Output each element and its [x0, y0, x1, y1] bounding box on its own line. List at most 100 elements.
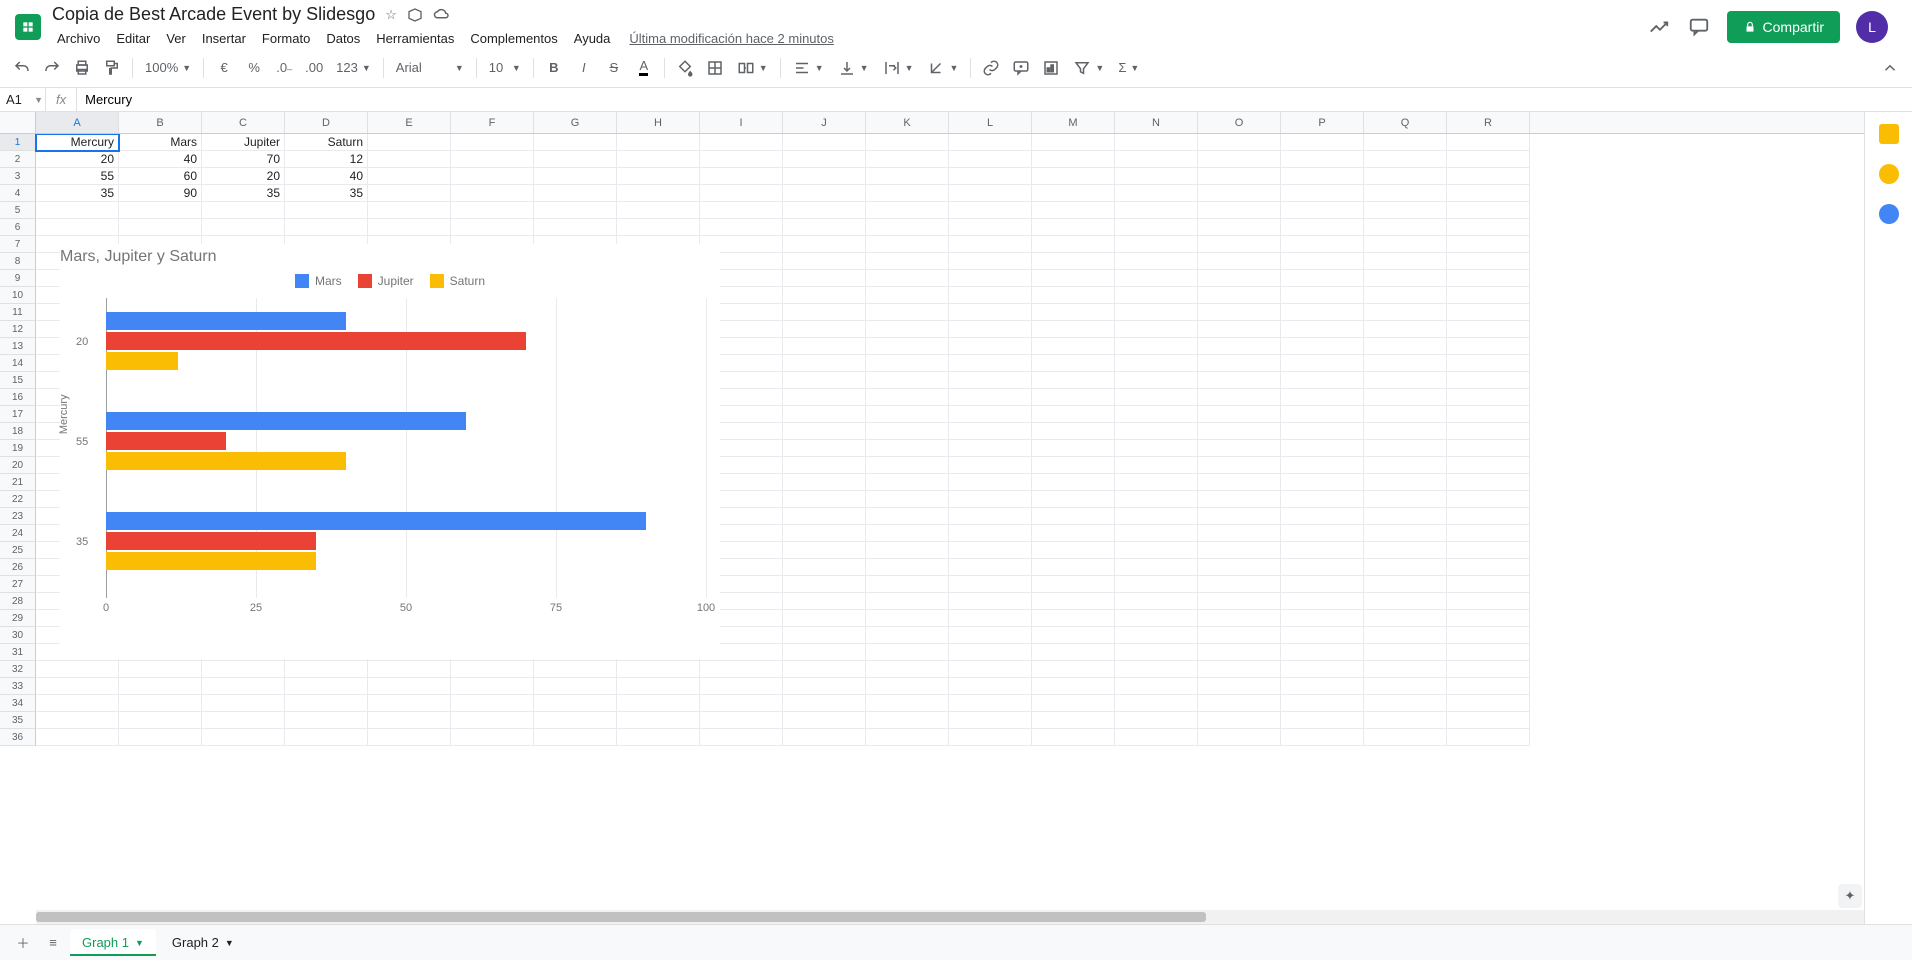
cell[interactable]: [700, 151, 783, 168]
cell[interactable]: [1198, 457, 1281, 474]
row-header[interactable]: 31: [0, 644, 36, 661]
cell[interactable]: [1198, 423, 1281, 440]
cell[interactable]: [119, 219, 202, 236]
v-align-button[interactable]: ▼: [832, 54, 875, 82]
cell[interactable]: 12: [285, 151, 368, 168]
cell[interactable]: [866, 236, 949, 253]
cell[interactable]: [1032, 627, 1115, 644]
cell[interactable]: [783, 304, 866, 321]
row-header[interactable]: 17: [0, 406, 36, 423]
cell[interactable]: [534, 168, 617, 185]
cell[interactable]: [1364, 423, 1447, 440]
number-format-dropdown[interactable]: 123 ▼: [330, 54, 377, 82]
cell[interactable]: [1198, 695, 1281, 712]
cell[interactable]: [783, 508, 866, 525]
cell[interactable]: [1115, 338, 1198, 355]
filter-button[interactable]: ▼: [1067, 54, 1110, 82]
menu-formato[interactable]: Formato: [255, 27, 317, 50]
cell[interactable]: [783, 491, 866, 508]
cell[interactable]: [1198, 508, 1281, 525]
cell[interactable]: [1198, 678, 1281, 695]
cell[interactable]: [866, 423, 949, 440]
cell[interactable]: [534, 712, 617, 729]
cell[interactable]: [1281, 661, 1364, 678]
row-header[interactable]: 27: [0, 576, 36, 593]
cell[interactable]: [866, 202, 949, 219]
cell[interactable]: [1447, 610, 1530, 627]
cell[interactable]: [617, 134, 700, 151]
cell[interactable]: [783, 270, 866, 287]
cell[interactable]: [1032, 270, 1115, 287]
undo-button[interactable]: [8, 54, 36, 82]
cell[interactable]: [1447, 406, 1530, 423]
cell[interactable]: [1364, 151, 1447, 168]
cell[interactable]: [1032, 287, 1115, 304]
cell[interactable]: [1032, 406, 1115, 423]
cell[interactable]: [949, 338, 1032, 355]
cell[interactable]: [1032, 508, 1115, 525]
cell[interactable]: [866, 185, 949, 202]
row-header[interactable]: 34: [0, 695, 36, 712]
cell[interactable]: 35: [285, 185, 368, 202]
user-avatar[interactable]: L: [1856, 11, 1888, 43]
cell[interactable]: [368, 695, 451, 712]
cell[interactable]: [1364, 627, 1447, 644]
cell[interactable]: [866, 610, 949, 627]
cell[interactable]: [534, 219, 617, 236]
cell[interactable]: [700, 219, 783, 236]
cell[interactable]: [783, 236, 866, 253]
cell[interactable]: [1447, 168, 1530, 185]
cell[interactable]: [1447, 525, 1530, 542]
cell[interactable]: [451, 678, 534, 695]
cell[interactable]: [700, 712, 783, 729]
cell[interactable]: [1032, 168, 1115, 185]
cell[interactable]: [1198, 321, 1281, 338]
cell[interactable]: [866, 440, 949, 457]
cell[interactable]: [1198, 168, 1281, 185]
cell[interactable]: 55: [36, 168, 119, 185]
cell[interactable]: [866, 304, 949, 321]
cell[interactable]: [1364, 440, 1447, 457]
row-header[interactable]: 18: [0, 423, 36, 440]
increase-decimal-button[interactable]: .00: [300, 54, 328, 82]
cell[interactable]: 20: [36, 151, 119, 168]
cell[interactable]: [1281, 406, 1364, 423]
cell[interactable]: [783, 695, 866, 712]
cell[interactable]: [783, 151, 866, 168]
font-size-dropdown[interactable]: 10 ▼: [483, 54, 527, 82]
cell[interactable]: [949, 593, 1032, 610]
cell[interactable]: [119, 695, 202, 712]
cell[interactable]: [1115, 457, 1198, 474]
cell[interactable]: [1115, 253, 1198, 270]
cell[interactable]: [866, 338, 949, 355]
cell[interactable]: [1032, 202, 1115, 219]
fill-color-button[interactable]: [671, 54, 699, 82]
cell[interactable]: [1447, 304, 1530, 321]
cell[interactable]: [1281, 712, 1364, 729]
cell[interactable]: [1364, 202, 1447, 219]
sheet-tab[interactable]: Graph 1▼: [70, 929, 156, 956]
cell[interactable]: [451, 729, 534, 746]
col-header-P[interactable]: P: [1281, 112, 1364, 133]
cell[interactable]: [1115, 219, 1198, 236]
trend-icon[interactable]: [1647, 15, 1671, 39]
menu-insertar[interactable]: Insertar: [195, 27, 253, 50]
cell[interactable]: [1115, 423, 1198, 440]
cell[interactable]: [949, 389, 1032, 406]
cell[interactable]: [1281, 474, 1364, 491]
cell[interactable]: [451, 185, 534, 202]
cell[interactable]: [1364, 134, 1447, 151]
cell[interactable]: [1198, 338, 1281, 355]
cell[interactable]: [1281, 338, 1364, 355]
cell[interactable]: [1115, 695, 1198, 712]
text-rotation-button[interactable]: ▼: [921, 54, 964, 82]
cell[interactable]: [1032, 321, 1115, 338]
cell[interactable]: [1198, 406, 1281, 423]
cell[interactable]: [1447, 321, 1530, 338]
cell[interactable]: [1447, 729, 1530, 746]
cell[interactable]: [1447, 678, 1530, 695]
row-header[interactable]: 11: [0, 304, 36, 321]
borders-button[interactable]: [701, 54, 729, 82]
cell[interactable]: [1281, 270, 1364, 287]
cell[interactable]: [700, 168, 783, 185]
